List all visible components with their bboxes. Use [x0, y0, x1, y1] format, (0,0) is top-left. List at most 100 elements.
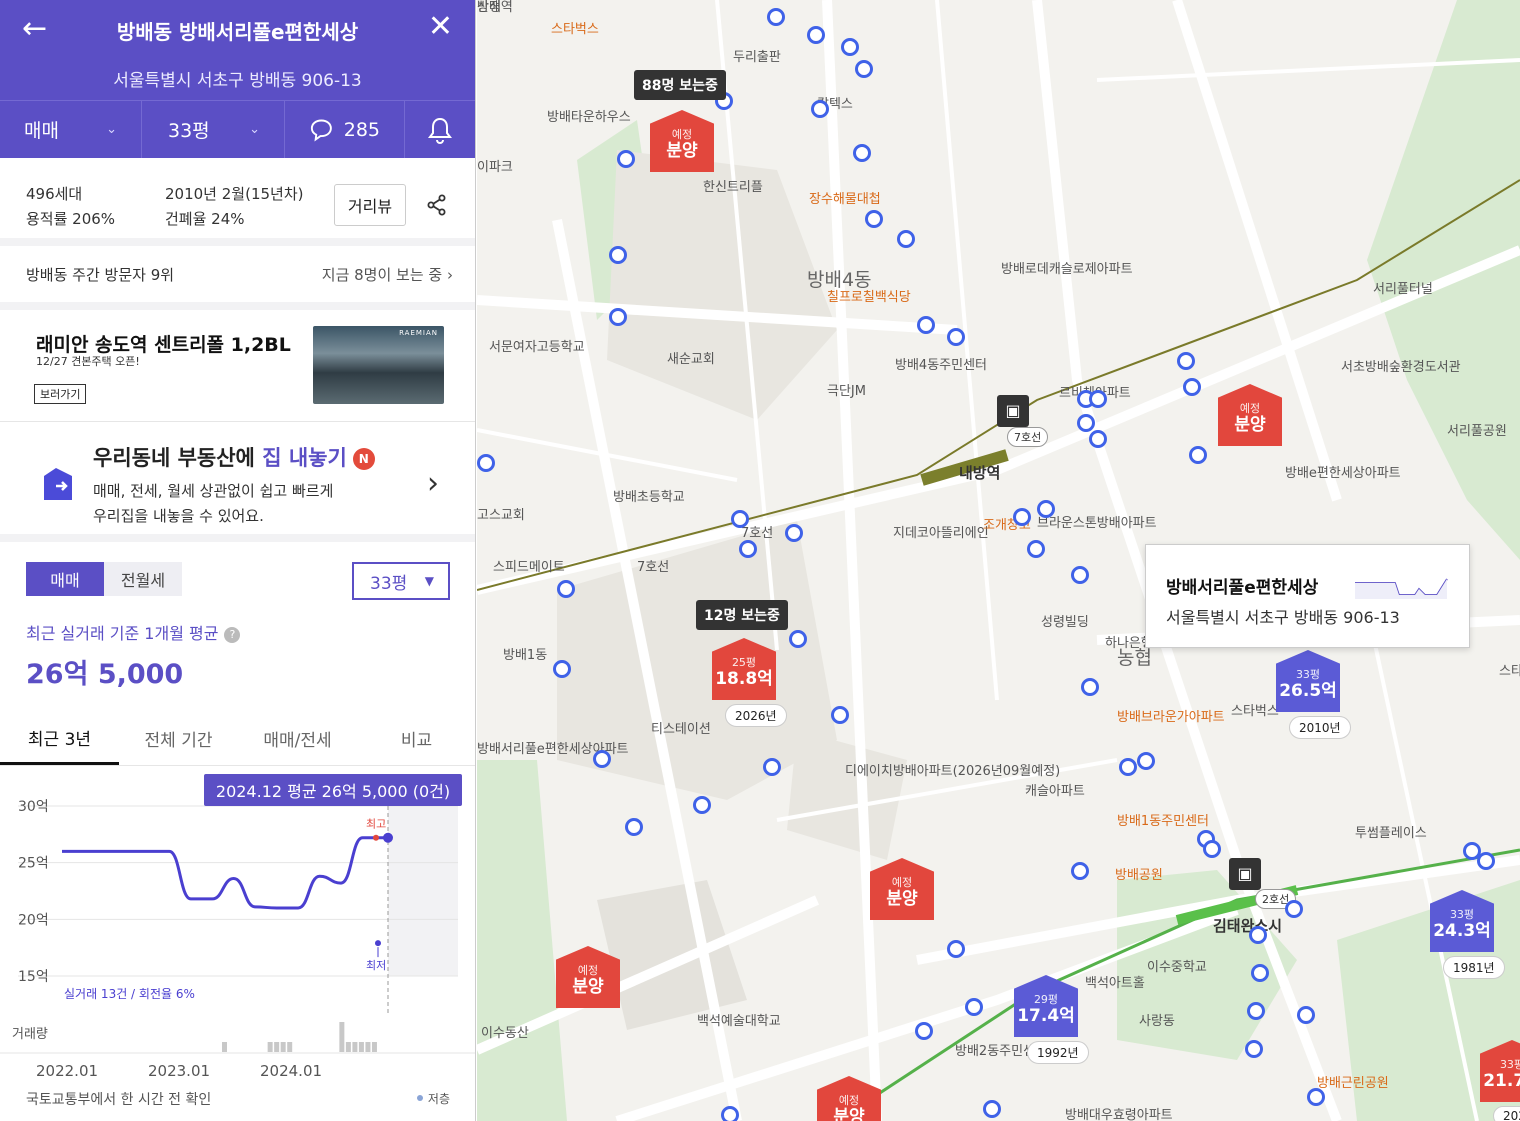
map-place-label[interactable]: 방배1동주민센터 [1117, 814, 1209, 830]
bus-stop-icon[interactable] [811, 100, 829, 118]
bus-stop-icon[interactable] [1037, 500, 1055, 518]
bus-stop-icon[interactable] [785, 524, 803, 542]
price-marker[interactable]: 33평 26.5억 2010년 [1275, 650, 1351, 739]
map-place-label[interactable]: 새순교회 [667, 352, 715, 368]
bus-stop-icon[interactable] [1247, 1002, 1265, 1020]
help-icon[interactable]: ? [224, 627, 241, 643]
map-place-label[interactable]: 김태완스시 [1213, 918, 1282, 934]
bus-stop-icon[interactable] [1285, 900, 1303, 918]
map-place-label[interactable]: 한신트리플 [703, 180, 763, 196]
subway-station-icon[interactable]: ▣ [997, 395, 1029, 427]
map-place-label[interactable]: 칠프로칠백식당 [827, 290, 911, 306]
bus-stop-icon[interactable] [763, 758, 781, 776]
comments-button[interactable]: 285 [285, 101, 405, 158]
chart-tab[interactable]: 매매/전세 [238, 712, 357, 765]
bus-stop-icon[interactable] [1203, 840, 1221, 858]
map-place-label[interactable]: 방배e편한세상아파트 [1285, 466, 1401, 482]
bus-stop-icon[interactable] [983, 1100, 1001, 1118]
price-marker[interactable]: 예정 분양 [869, 858, 935, 920]
price-marker[interactable]: 29평 17.4억 1992년 [1013, 975, 1089, 1064]
bus-stop-icon[interactable] [625, 818, 643, 836]
bus-stop-icon[interactable] [915, 1022, 933, 1040]
bus-stop-icon[interactable] [609, 246, 627, 264]
price-marker[interactable]: 예정 분양 [816, 1076, 882, 1121]
bus-stop-icon[interactable] [477, 454, 495, 472]
map-place-label[interactable]: 방배브라운가아파트 [1117, 710, 1225, 726]
sell-home-banner[interactable]: 우리동네 부동산에 집 내놓기 N 매매, 전세, 월세 상관없이 쉽고 빠르게 … [0, 422, 475, 542]
bus-stop-icon[interactable] [1119, 758, 1137, 776]
map-place-label[interactable]: 지데코아뜰리에인 [893, 526, 989, 542]
bus-stop-icon[interactable] [1183, 378, 1201, 396]
bus-stop-icon[interactable] [1077, 414, 1095, 432]
bus-stop-icon[interactable] [1081, 678, 1099, 696]
chart-tab[interactable]: 비교 [357, 712, 475, 765]
map-place-label[interactable]: 디에이치방배아파트(2026년09월예정) [845, 764, 1060, 780]
bus-stop-icon[interactable] [897, 230, 915, 248]
map-place-label[interactable]: 고스교회 [477, 508, 525, 524]
map-place-label[interactable]: 방배1동 [503, 648, 547, 664]
map-place-label[interactable]: 서문여자고등학교 [489, 340, 585, 356]
map-place-label[interactable]: 7호선 [637, 560, 669, 576]
map-place-label[interactable]: 방배근린공원 [1317, 1076, 1389, 1092]
bus-stop-icon[interactable] [1089, 390, 1107, 408]
bus-stop-icon[interactable] [693, 796, 711, 814]
map-place-label[interactable]: 투썸플레이스 [1355, 826, 1427, 842]
bus-stop-icon[interactable] [947, 940, 965, 958]
bus-stop-icon[interactable] [807, 26, 825, 44]
viewers-now-link[interactable]: 지금 8명이 보는 중 › [322, 264, 453, 285]
bus-stop-icon[interactable] [1071, 566, 1089, 584]
bus-stop-icon[interactable] [557, 580, 575, 598]
map-place-label[interactable]: 방배로데캐슬로제아파트 [1001, 262, 1133, 278]
map-place-label[interactable]: 사랑동 [1139, 1014, 1175, 1030]
segment-sale[interactable]: 매매 [26, 562, 104, 596]
bus-stop-icon[interactable] [917, 316, 935, 334]
map-place-label[interactable]: 스타벅스 [1499, 664, 1520, 680]
bus-stop-icon[interactable] [865, 210, 883, 228]
bus-stop-icon[interactable] [617, 150, 635, 168]
bus-stop-icon[interactable] [1189, 446, 1207, 464]
map-place-label[interactable]: 스타벅스 [1231, 704, 1279, 720]
bus-stop-icon[interactable] [789, 630, 807, 648]
map-place-label[interactable]: 장수해물대첩 [809, 192, 881, 208]
map-place-label[interactable]: 두리출판 [733, 50, 781, 66]
map-place-label[interactable]: 방배공원 [1115, 868, 1163, 884]
bus-stop-icon[interactable] [1477, 852, 1495, 870]
segment-rent[interactable]: 전월세 [104, 562, 182, 596]
bus-stop-icon[interactable] [1013, 508, 1031, 526]
map-place-label[interactable]: 이수중학교 [1147, 960, 1207, 976]
map-place-label[interactable]: 백석예술대학교 [697, 1014, 781, 1030]
bus-stop-icon[interactable] [1245, 1040, 1263, 1058]
map-place-label[interactable]: 캐슬아파트 [1025, 784, 1085, 800]
map-place-label[interactable]: 스피드메이트 [493, 560, 565, 576]
bus-stop-icon[interactable] [609, 308, 627, 326]
price-marker[interactable]: 예정 분양 [1217, 384, 1283, 446]
map-place-label[interactable]: 방배초등학교 [613, 490, 685, 506]
bus-stop-icon[interactable] [1089, 430, 1107, 448]
map-place-label[interactable]: 농협 [1117, 649, 1152, 668]
map-view[interactable]: 스타벅스 두리출판 방배타운하우스 칼텍스 이파크 한신트리플 장수해물대첩 방배4동 칠프로칠… [477, 0, 1520, 1121]
chart-tab[interactable]: 최근 3년 [0, 712, 119, 765]
size-select[interactable]: 33평 ▼ [352, 562, 450, 600]
bus-stop-icon[interactable] [1027, 540, 1045, 558]
price-marker[interactable]: 25평 18.8억 2026년 [711, 638, 787, 727]
map-place-label[interactable]: 산정 [477, 0, 501, 16]
map-place-label[interactable]: 서리풀터널 [1373, 282, 1433, 298]
bus-stop-icon[interactable] [831, 706, 849, 724]
street-view-button[interactable]: 거리뷰 [334, 184, 406, 226]
bus-stop-icon[interactable] [593, 750, 611, 768]
bus-stop-icon[interactable] [1307, 1088, 1325, 1106]
map-place-label[interactable]: 서초방배숲환경도서관 [1341, 360, 1461, 376]
bus-stop-icon[interactable] [1137, 752, 1155, 770]
subway-station-icon[interactable]: ▣ [1229, 858, 1261, 890]
map-place-label[interactable]: 극단JM [827, 384, 866, 400]
map-place-label[interactable]: 티스테이션 [651, 722, 711, 738]
visitor-rank-row[interactable]: 방배동 주간 방문자 9위 지금 8명이 보는 중 › [0, 246, 475, 310]
complex-popup[interactable]: 방배서리풀e편한세상 서울특별시 서초구 방배동 906-13 [1145, 544, 1470, 648]
map-place-label[interactable]: 이파크 [477, 160, 513, 176]
bus-stop-icon[interactable] [1177, 352, 1195, 370]
bus-stop-icon[interactable] [1249, 926, 1267, 944]
price-marker[interactable]: 예정 분양 [649, 110, 715, 172]
map-place-label[interactable]: 방배타운하우스 [547, 110, 631, 126]
bus-stop-icon[interactable] [1071, 862, 1089, 880]
map-place-label[interactable]: 성령빌딩 [1041, 615, 1089, 631]
